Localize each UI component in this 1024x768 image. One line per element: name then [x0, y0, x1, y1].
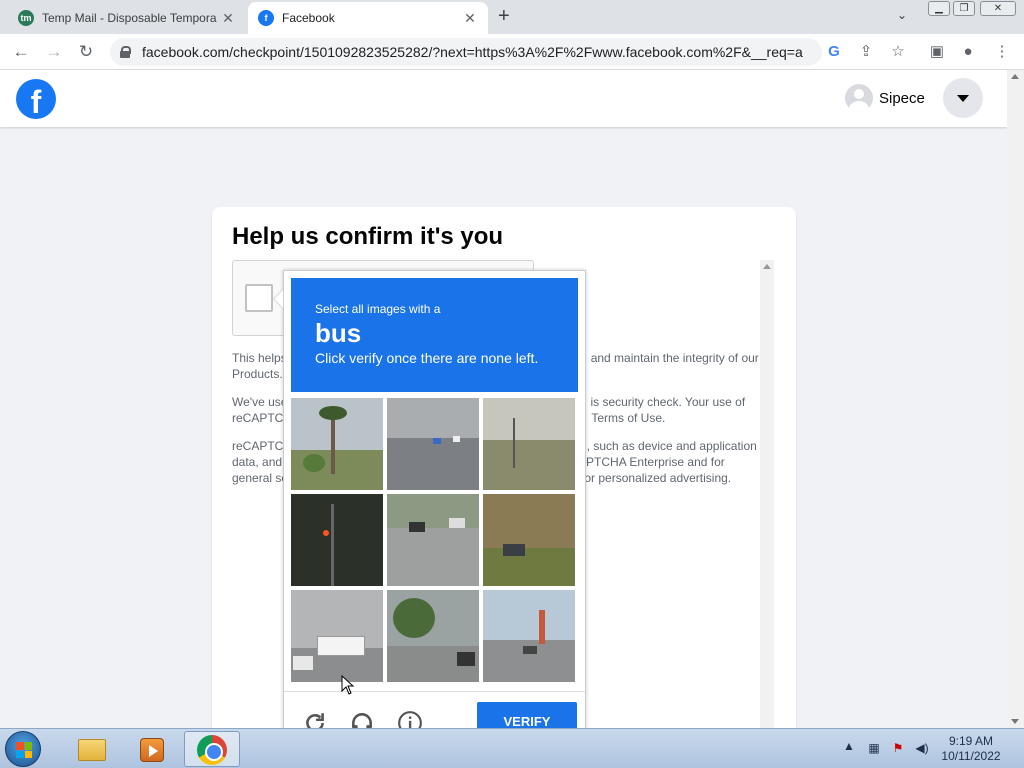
forward-icon[interactable]: →: [43, 41, 65, 63]
taskbar-media-player[interactable]: [122, 731, 178, 767]
info-text-fragment: data, and: [232, 455, 283, 469]
taskbar-chrome[interactable]: [184, 731, 240, 767]
new-tab-icon[interactable]: +: [498, 5, 510, 28]
side-panel-icon[interactable]: ▣: [927, 42, 947, 62]
info-text-fragment: reCAPTC: [232, 411, 284, 425]
challenge-target-word: bus: [315, 318, 362, 348]
clock-date: 10/11/2022: [941, 749, 1001, 763]
close-icon[interactable]: ✕: [462, 10, 478, 27]
image-tile[interactable]: [387, 590, 479, 682]
image-tile[interactable]: [291, 590, 383, 682]
info-text-fragment: Products.: [232, 367, 283, 381]
minimize-icon[interactable]: ▁: [928, 1, 950, 16]
windows-taskbar: ▲ ▦ ⚑ ◀) 9:19 AM 10/11/2022: [0, 728, 1024, 768]
info-text-fragment: n, such as device and application: [580, 439, 757, 453]
browser-toolbar: ← → ↻ facebook.com/checkpoint/1501092823…: [0, 34, 1024, 70]
image-tile[interactable]: [387, 494, 479, 586]
card-scrollbar[interactable]: [760, 260, 774, 737]
system-clock[interactable]: 9:19 AM 10/11/2022: [936, 734, 1006, 764]
image-tile[interactable]: [483, 590, 575, 682]
network-icon[interactable]: ▦: [866, 740, 882, 756]
close-window-icon[interactable]: ✕: [980, 1, 1016, 16]
back-icon[interactable]: ←: [10, 41, 32, 63]
profile-icon[interactable]: ●: [958, 42, 978, 62]
recaptcha-checkbox[interactable]: [245, 284, 273, 312]
image-grid: [291, 398, 578, 685]
facebook-header: f Sipece: [0, 70, 1007, 127]
tab-title: Facebook: [282, 11, 335, 25]
profile-name: Sipece: [879, 89, 925, 107]
callout-arrow: [273, 289, 283, 309]
chevron-down-icon[interactable]: ⌄: [897, 8, 907, 22]
info-text-fragment: We've use: [232, 395, 288, 409]
volume-icon[interactable]: ◀): [914, 740, 930, 756]
info-text-fragment: and maintain the integrity of our: [590, 351, 759, 365]
scroll-down-icon[interactable]: [1011, 719, 1019, 724]
challenge-header: Select all images with a bus Click verif…: [291, 278, 578, 392]
clock-time: 9:19 AM: [948, 734, 994, 748]
tab-temp-mail[interactable]: tm Temp Mail - Disposable Tempora ✕: [8, 2, 246, 34]
image-tile[interactable]: [483, 398, 575, 490]
url-text[interactable]: facebook.com/checkpoint/1501092823525282…: [142, 44, 803, 60]
windows-logo-icon: [16, 742, 32, 758]
image-tile[interactable]: [483, 494, 575, 586]
scroll-up-icon[interactable]: [763, 264, 771, 269]
reload-icon[interactable]: ↻: [75, 41, 97, 63]
more-menu-icon[interactable]: ⋮: [992, 42, 1012, 62]
start-button[interactable]: [5, 731, 41, 767]
page-scrollbar[interactable]: [1007, 70, 1024, 728]
lock-icon[interactable]: [120, 46, 131, 58]
page-title: Help us confirm it's you: [232, 223, 504, 250]
close-icon[interactable]: ✕: [220, 10, 236, 27]
bookmark-star-icon[interactable]: ☆: [888, 42, 908, 62]
info-text-fragment: for personalized advertising.: [581, 471, 732, 485]
recaptcha-challenge: Select all images with a bus Click verif…: [273, 270, 587, 742]
taskbar-explorer[interactable]: [62, 731, 118, 767]
action-center-icon[interactable]: ⚑: [890, 740, 906, 756]
profile-link[interactable]: Sipece: [845, 84, 925, 112]
mouse-cursor-icon: [341, 675, 355, 695]
scroll-up-icon[interactable]: [1011, 74, 1019, 79]
tab-facebook[interactable]: f Facebook ✕: [248, 2, 488, 34]
address-bar[interactable]: facebook.com/checkpoint/1501092823525282…: [110, 38, 822, 66]
image-tile[interactable]: [291, 494, 383, 586]
chrome-icon: [197, 735, 227, 765]
tempmail-icon: tm: [18, 10, 34, 26]
share-icon[interactable]: ⇪: [856, 42, 876, 62]
restore-icon[interactable]: ❐: [953, 1, 975, 16]
google-icon[interactable]: G: [824, 42, 844, 62]
facebook-icon: f: [258, 10, 274, 26]
info-text-fragment: general se: [232, 471, 289, 485]
challenge-subtext: Click verify once there are none left.: [315, 350, 539, 366]
facebook-logo[interactable]: f: [16, 79, 56, 119]
info-text-fragment: Terms of Use.: [591, 411, 666, 425]
info-text-fragment: is security check. Your use of: [590, 395, 746, 409]
account-menu-button[interactable]: [943, 78, 983, 118]
tab-strip: tm Temp Mail - Disposable Tempora ✕ f Fa…: [0, 0, 1024, 34]
folder-icon: [78, 739, 106, 761]
image-tile[interactable]: [291, 398, 383, 490]
image-tile[interactable]: [387, 398, 479, 490]
tab-title: Temp Mail - Disposable Tempora: [42, 11, 217, 25]
avatar: [845, 84, 873, 112]
challenge-instruction: Select all images with a: [315, 302, 441, 316]
show-hidden-icons[interactable]: ▲: [843, 739, 855, 753]
info-text-fragment: APTCHA Enterprise and for: [578, 455, 725, 469]
media-player-icon: [140, 738, 164, 762]
info-text-fragment: This helps: [232, 351, 287, 365]
